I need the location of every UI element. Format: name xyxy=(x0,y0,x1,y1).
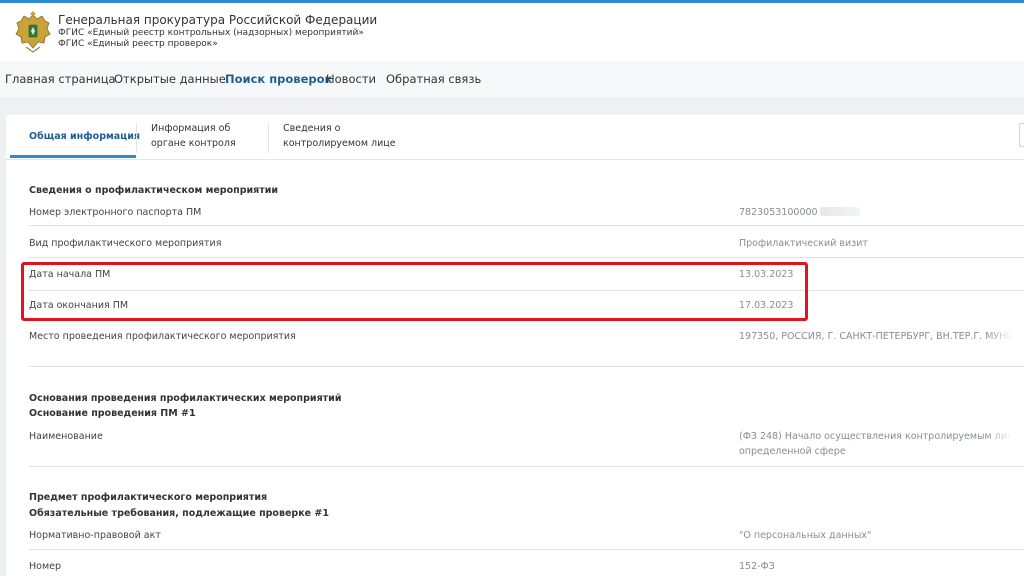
field-label-location: Место проведения профилактического мероп… xyxy=(29,331,296,342)
row-divider xyxy=(29,466,1024,467)
site-header: Генеральная прокуратура Российской Федер… xyxy=(0,3,1024,61)
tab-control-body[interactable]: Информация об органе контроля xyxy=(151,121,236,151)
section-title-basis: Основания проведения профилактических ме… xyxy=(29,393,342,404)
section-subtitle-requirements-1: Обязательные требования, подлежащие пров… xyxy=(29,508,329,519)
tab-separator xyxy=(136,123,137,153)
main-nav: Главная страница Открытые данные Поиск п… xyxy=(0,61,1024,97)
field-value-number: 152-ФЗ xyxy=(739,561,775,572)
row-divider xyxy=(29,225,1024,226)
section-title-prevention-info: Сведения о профилактическом мероприятии xyxy=(29,185,279,196)
site-subtitle-erp: ФГИС «Единый реестр проверок» xyxy=(58,39,218,49)
tab-separator xyxy=(268,123,269,153)
site-title: Генеральная прокуратура Российской Федер… xyxy=(58,13,378,27)
tab-bar: Общая информация Информация об органе ко… xyxy=(6,115,1024,160)
active-tab-indicator xyxy=(10,155,136,158)
nav-news[interactable]: Новости xyxy=(326,72,376,86)
field-label-start-date: Дата начала ПМ xyxy=(29,269,111,280)
field-value-passport-number: 7823053100000 xyxy=(739,207,860,218)
coat-of-arms-icon[interactable] xyxy=(14,11,52,53)
nav-home[interactable]: Главная страница xyxy=(5,72,116,86)
field-value-end-date: 17.03.2023 xyxy=(739,300,794,311)
nav-inspection-search[interactable]: Поиск проверок xyxy=(225,72,332,86)
text-fade-overlay xyxy=(986,430,1024,444)
tab-controlled-person[interactable]: Сведения о контролируемом лице xyxy=(283,121,396,151)
tab-controlled-person-label-line2: контролируемом лице xyxy=(283,138,396,149)
field-label-end-date: Дата окончания ПМ xyxy=(29,300,129,311)
field-value-event-type: Профилактический визит xyxy=(739,238,868,249)
section-subtitle-basis-1: Основание проведения ПМ #1 xyxy=(29,408,196,419)
field-value-name-line2: определенной сфере xyxy=(739,446,846,457)
page: Генеральная прокуратура Российской Федер… xyxy=(0,0,1024,576)
field-label-name: Наименование xyxy=(29,431,103,442)
tab-control-body-label-line1: Информация об xyxy=(151,123,231,134)
tab-general-info-label: Общая информация xyxy=(29,131,140,142)
field-label-event-type: Вид профилактического мероприятия xyxy=(29,238,222,249)
section-title-subject: Предмет профилактического мероприятия xyxy=(29,492,268,503)
field-label-legal-act: Нормативно-правовой акт xyxy=(29,530,161,541)
header-text: Генеральная прокуратура Российской Федер… xyxy=(58,13,377,50)
field-value-legal-act: "О персональных данных" xyxy=(739,530,872,541)
nav-feedback[interactable]: Обратная связь xyxy=(386,72,481,86)
field-value-start-date: 13.03.2023 xyxy=(739,269,794,280)
field-label-passport-number: Номер электронного паспорта ПМ xyxy=(29,207,202,218)
tab-general-info[interactable]: Общая информация xyxy=(29,129,140,144)
row-divider xyxy=(29,290,1024,291)
content-top-band xyxy=(0,97,1024,115)
passport-number-text: 7823053100000 xyxy=(739,207,818,218)
row-divider xyxy=(29,366,1024,367)
field-value-location: 197350, РОССИЯ, Г. САНКТ-ПЕТЕРБУРГ, ВН.Т… xyxy=(739,331,1024,342)
field-value-name-line1: (ФЗ 248) Начало осуществления контролиру… xyxy=(739,431,1024,442)
redacted-digits xyxy=(819,207,860,216)
tab-control-body-label-line2: органе контроля xyxy=(151,138,236,149)
nav-open-data[interactable]: Открытые данные xyxy=(114,72,226,86)
site-subtitle-erknm: ФГИС «Единый реестр контрольных (надзорн… xyxy=(58,28,364,38)
field-label-number: Номер xyxy=(29,561,61,572)
tab-scroll-button[interactable] xyxy=(1019,123,1024,147)
text-fade-overlay xyxy=(986,330,1024,344)
details-panel: Общая информация Информация об органе ко… xyxy=(6,115,1024,576)
tab-controlled-person-label-line1: Сведения о xyxy=(283,123,341,134)
row-divider xyxy=(29,257,1024,258)
row-divider xyxy=(29,549,1024,550)
